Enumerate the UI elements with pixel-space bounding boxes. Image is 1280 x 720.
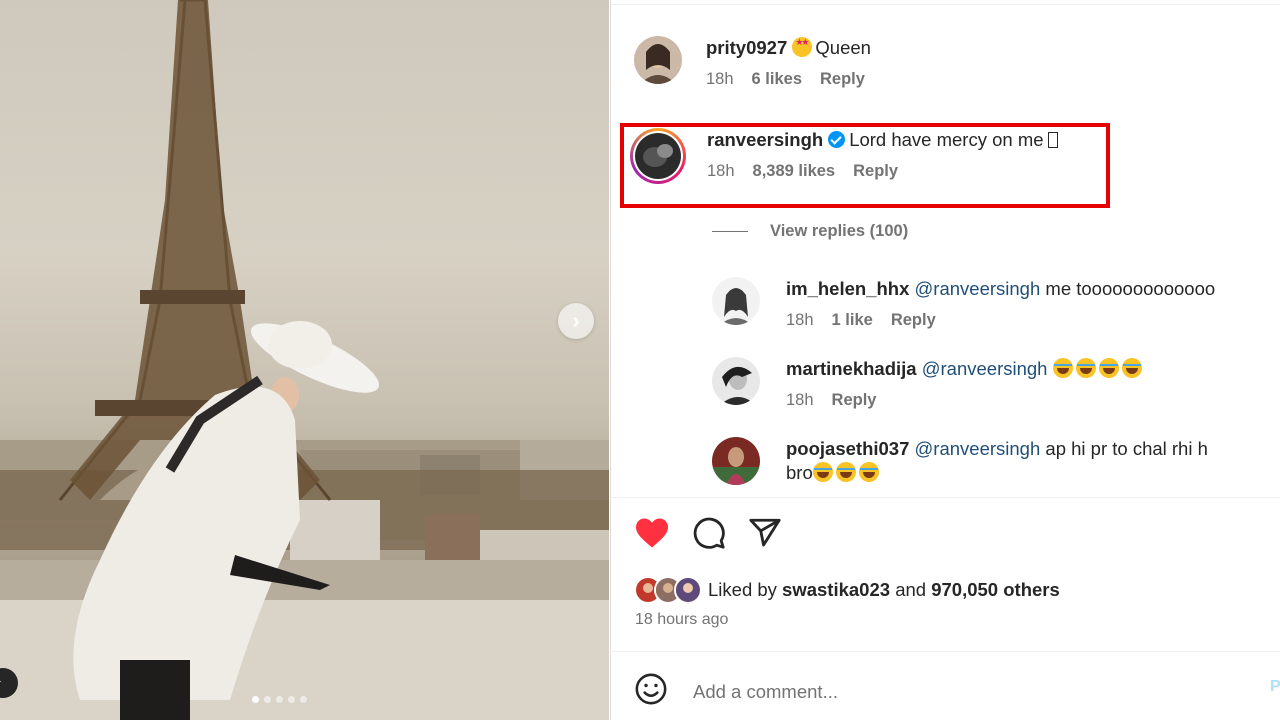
carousel-dot [252, 696, 259, 703]
and-label: and [895, 579, 927, 600]
reply-thread-line [712, 231, 748, 232]
comment-time[interactable]: 18h [706, 70, 734, 89]
reply-item: martinekhadija @ranveersingh 18h Reply [712, 357, 1145, 410]
laughing-emoji-icon [1121, 358, 1142, 378]
reply-text: ap hi pr to chal rhi h [1045, 438, 1208, 459]
reply-username[interactable]: poojasethi037 [786, 438, 909, 459]
reply-username[interactable]: martinekhadija [786, 358, 917, 379]
laughing-emoji-icon [835, 462, 856, 482]
highlight-box [620, 123, 1110, 208]
eiffel-tower-scene [0, 0, 609, 720]
post-button[interactable]: P [1270, 678, 1280, 696]
comment-text: Queen [815, 37, 871, 58]
laughing-emoji-icon [858, 462, 879, 482]
avatar[interactable] [712, 277, 760, 325]
laughing-emoji-icon [1052, 358, 1073, 378]
post-actions [634, 516, 782, 555]
avatar[interactable] [712, 437, 760, 485]
mention-link[interactable]: @ranveersingh [922, 358, 1048, 379]
comment-item: prity0927 Queen 18h 6 likes Reply [634, 36, 871, 89]
reply-username[interactable]: im_helen_hhx [786, 278, 909, 299]
comment-input[interactable] [693, 680, 1253, 703]
carousel-dot [288, 696, 295, 703]
reply-time[interactable]: 18h [786, 391, 814, 410]
carousel-dot [300, 696, 307, 703]
laughing-emoji-icon [1098, 358, 1119, 378]
mention-link[interactable]: @ranveersingh [915, 278, 1041, 299]
post-photo[interactable]: › [0, 0, 609, 720]
comment-icon[interactable] [692, 516, 726, 555]
next-image-button[interactable]: › [558, 303, 594, 339]
carousel-dot [276, 696, 283, 703]
avatar[interactable] [712, 357, 760, 405]
comment-likes[interactable]: 6 likes [752, 70, 802, 89]
post-timestamp[interactable]: 18 hours ago [635, 611, 728, 629]
liked-by-label: Liked by [708, 579, 777, 600]
add-comment-bar [634, 672, 1253, 711]
liker-avatars [634, 576, 702, 604]
heart-filled-icon[interactable] [634, 517, 670, 554]
laughing-emoji-icon [812, 462, 833, 482]
others-count[interactable]: 970,050 others [931, 579, 1060, 601]
divider [611, 4, 1280, 5]
laughing-emoji-icon [1075, 358, 1096, 378]
reply-button[interactable]: Reply [832, 391, 877, 410]
view-replies-button[interactable]: View replies (100) [712, 222, 908, 241]
reply-button[interactable]: Reply [820, 70, 865, 89]
view-replies-label: View replies (100) [770, 222, 909, 240]
avatar[interactable] [634, 36, 682, 84]
reply-likes[interactable]: 1 like [832, 311, 873, 330]
reply-text-continued: bro [786, 462, 813, 483]
star-struck-emoji-icon [792, 37, 813, 57]
carousel-indicator [252, 696, 307, 703]
likes-summary[interactable]: Liked by swastika023 and 970,050 others [634, 576, 1060, 604]
carousel-dot [264, 696, 271, 703]
emoji-picker-icon[interactable] [634, 672, 668, 711]
divider [610, 651, 1280, 652]
comment-username[interactable]: prity0927 [706, 37, 787, 58]
mention-link[interactable]: @ranveersingh [915, 438, 1041, 459]
reply-button[interactable]: Reply [891, 311, 936, 330]
chevron-right-icon: › [572, 308, 580, 333]
avatar [674, 576, 702, 604]
reply-item: im_helen_hhx @ranveersingh me tooooooooo… [712, 277, 1215, 330]
liked-by-user[interactable]: swastika023 [782, 579, 890, 601]
reply-time[interactable]: 18h [786, 311, 814, 330]
send-icon[interactable] [748, 516, 782, 555]
reply-item: poojasethi037 @ranveersingh ap hi pr to … [712, 437, 1208, 485]
reply-text: me tooooooooooooo [1045, 278, 1216, 299]
user-icon [0, 680, 1, 682]
divider [610, 497, 1280, 498]
